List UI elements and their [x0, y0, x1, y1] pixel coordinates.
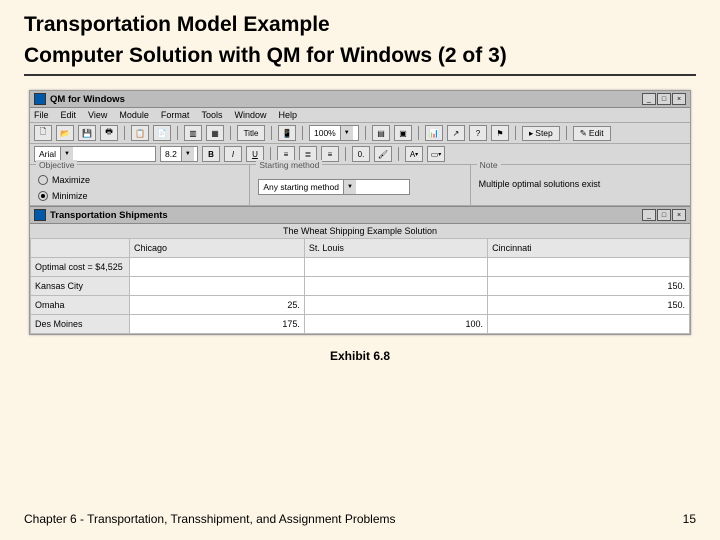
objective-label: Objective: [36, 160, 77, 170]
maximize-button[interactable]: □: [657, 93, 671, 105]
results-table: Chicago St. Louis Cincinnati Optimal cos…: [30, 238, 690, 334]
step-button[interactable]: ▸ Step: [522, 126, 560, 141]
menu-bar: File Edit View Module Format Tools Windo…: [30, 108, 690, 123]
options-row: Objective Maximize Minimize Starting met…: [30, 165, 690, 206]
app-icon: [34, 93, 46, 105]
sub-maximize-button[interactable]: □: [657, 209, 671, 221]
note-panel: Note Multiple optimal solutions exist: [471, 165, 690, 205]
menu-window[interactable]: Window: [234, 110, 266, 120]
calculator-icon[interactable]: 📱: [278, 125, 296, 141]
cascade-icon[interactable]: ▥: [184, 125, 202, 141]
objective-panel: Objective Maximize Minimize: [30, 165, 250, 205]
print-icon[interactable]: 🖶: [100, 125, 118, 141]
exhibit-caption: Exhibit 6.8: [24, 349, 696, 363]
title-underline: [24, 74, 696, 76]
menu-module[interactable]: Module: [119, 110, 149, 120]
menu-file[interactable]: File: [34, 110, 49, 120]
titlebar: QM for Windows _ □ ×: [30, 91, 690, 108]
radio-minimize[interactable]: Minimize: [38, 191, 241, 201]
bold-button[interactable]: B: [202, 146, 220, 162]
new-icon[interactable]: 🗋: [34, 125, 52, 141]
decimal0-icon[interactable]: 0.: [352, 146, 370, 162]
layout1-icon[interactable]: ▤: [372, 125, 390, 141]
screenshot-window: QM for Windows _ □ × File Edit View Modu…: [29, 90, 691, 335]
menu-tools[interactable]: Tools: [201, 110, 222, 120]
slide-title-line1: Transportation Model Example: [24, 12, 696, 37]
starting-method-label: Starting method: [256, 160, 322, 170]
table-row-optimal: Optimal cost = $4,525: [31, 258, 690, 277]
layout2-icon[interactable]: ▣: [394, 125, 412, 141]
chart-icon[interactable]: 📊: [425, 125, 443, 141]
note-label: Note: [477, 160, 501, 170]
subwin-icon: [34, 209, 46, 221]
edit-button[interactable]: ✎ Edit: [573, 126, 611, 141]
menu-help[interactable]: Help: [278, 110, 297, 120]
minimize-button[interactable]: _: [642, 93, 656, 105]
starting-method-panel: Starting method Any starting method▼: [250, 165, 470, 205]
font-size-select[interactable]: 8.2▼: [160, 146, 198, 162]
table-row: Kansas City 150.: [31, 277, 690, 296]
arrow-icon[interactable]: ↗: [447, 125, 465, 141]
menu-edit[interactable]: Edit: [61, 110, 77, 120]
open-icon[interactable]: 📂: [56, 125, 74, 141]
col-cincinnati: Cincinnati: [488, 239, 690, 258]
paste-icon[interactable]: 📄: [153, 125, 171, 141]
tile-icon[interactable]: ▦: [206, 125, 224, 141]
help-icon[interactable]: ?: [469, 125, 487, 141]
results-subwindow: Transportation Shipments _ □ × The Wheat…: [30, 206, 690, 334]
title-tool-icon[interactable]: Title: [237, 125, 265, 141]
corner-cell: [31, 239, 130, 258]
optimal-cost-cell: Optimal cost = $4,525: [31, 258, 130, 277]
table-row: Des Moines 175. 100.: [31, 315, 690, 334]
save-icon[interactable]: 💾: [78, 125, 96, 141]
menu-view[interactable]: View: [88, 110, 107, 120]
fill-color-icon[interactable]: ▭▾: [427, 146, 445, 162]
flag-icon[interactable]: ⚑: [491, 125, 509, 141]
close-button[interactable]: ×: [672, 93, 686, 105]
app-title: QM for Windows: [50, 94, 125, 105]
grid-title: The Wheat Shipping Example Solution: [30, 224, 690, 238]
note-text: Multiple optimal solutions exist: [479, 179, 682, 189]
toolbar-format: Arial▼ 8.2▼ B I U ≡ ≣ ≡ 0. 🖌 A▾ ▭▾: [30, 144, 690, 165]
sub-minimize-button[interactable]: _: [642, 209, 656, 221]
align-right-icon[interactable]: ≡: [321, 146, 339, 162]
menu-format[interactable]: Format: [161, 110, 190, 120]
paint-icon[interactable]: 🖌: [374, 146, 392, 162]
starting-method-select[interactable]: Any starting method▼: [258, 179, 410, 195]
font-color-icon[interactable]: A▾: [405, 146, 423, 162]
subwin-title: Transportation Shipments: [50, 210, 168, 221]
footer-page-number: 15: [683, 512, 696, 526]
footer-chapter: Chapter 6 - Transportation, Transshipmen…: [24, 512, 396, 526]
radio-maximize[interactable]: Maximize: [38, 175, 241, 185]
sub-close-button[interactable]: ×: [672, 209, 686, 221]
col-stlouis: St. Louis: [304, 239, 487, 258]
zoom-select[interactable]: 100%▼: [309, 125, 359, 141]
table-row: Omaha 25. 150.: [31, 296, 690, 315]
col-chicago: Chicago: [130, 239, 305, 258]
slide-title-line2: Computer Solution with QM for Windows (2…: [24, 43, 696, 68]
italic-button[interactable]: I: [224, 146, 242, 162]
toolbar-standard: 🗋 📂 💾 🖶 📋 📄 ▥ ▦ Title 📱 100%▼ ▤ ▣ 📊 ↗ ? …: [30, 123, 690, 144]
copy-icon[interactable]: 📋: [131, 125, 149, 141]
